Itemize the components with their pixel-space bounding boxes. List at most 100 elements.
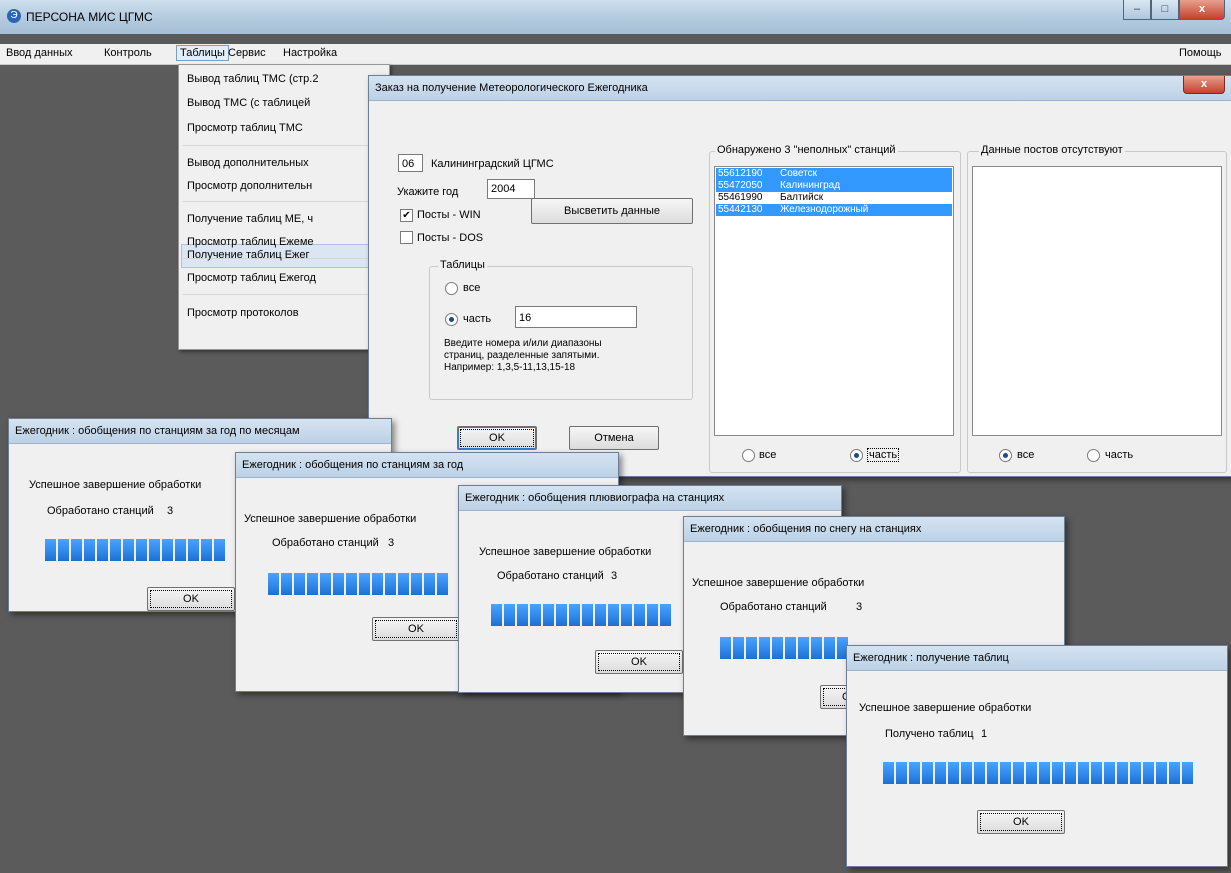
list-item[interactable]: 55461990 Балтийск bbox=[716, 192, 952, 204]
menu-item-me-tables[interactable]: Получение таблиц МЕ, ч bbox=[187, 213, 377, 225]
menu-bar: Ввод данных Контроль Таблицы Сервис Наст… bbox=[0, 44, 1231, 65]
progress-segment bbox=[909, 762, 920, 784]
order-ok-button[interactable]: OK bbox=[457, 426, 537, 450]
progress-ok-button[interactable]: OK bbox=[977, 810, 1065, 834]
menu-item-tms-output-table[interactable]: Вывод ТМС (с таблицей bbox=[187, 97, 377, 109]
progress-segment bbox=[896, 762, 907, 784]
posts-missing-label: Данные постов отсутствуют bbox=[979, 144, 1125, 156]
progress-segment bbox=[608, 604, 619, 626]
progress-segment bbox=[1104, 762, 1115, 784]
year-input[interactable]: 2004 bbox=[487, 179, 535, 199]
tables-part-input[interactable]: 16 bbox=[515, 306, 637, 328]
tables-radio-part[interactable] bbox=[445, 313, 458, 326]
progress-dialog-title-bar[interactable]: Ежегодник : обобщения по станциям за год… bbox=[9, 419, 391, 444]
menu-item-monthly-view[interactable]: Просмотр таблиц Ежеме bbox=[187, 236, 377, 248]
tables-radio-part-label: часть bbox=[463, 313, 492, 325]
menu-help[interactable]: Помощь bbox=[1179, 47, 1222, 59]
progress-bar bbox=[491, 604, 683, 626]
org-name-label: Калининградский ЦГМС bbox=[431, 158, 554, 170]
progress-dialog-title-bar[interactable]: Ежегодник : обобщения плювиографа на ста… bbox=[459, 486, 841, 511]
progress-dialog-title-bar[interactable]: Ежегодник : обобщения по снегу на станци… bbox=[684, 517, 1064, 542]
progress-segment bbox=[346, 573, 357, 595]
progress-segment bbox=[411, 573, 422, 595]
progress-ok-button[interactable]: OK bbox=[595, 650, 683, 674]
posts-radio-part[interactable] bbox=[1087, 449, 1100, 462]
posts-dos-checkbox[interactable] bbox=[400, 231, 413, 244]
progress-segment bbox=[1013, 762, 1024, 784]
menu-service[interactable]: Сервис bbox=[228, 47, 266, 59]
progress-segment bbox=[811, 637, 822, 659]
menu-data-entry[interactable]: Ввод данных bbox=[6, 47, 73, 59]
progress-status: Успешное завершение обработки bbox=[859, 702, 1032, 714]
progress-segment bbox=[1143, 762, 1154, 784]
hint-line-1: Введите номера и/или диапазоны bbox=[444, 338, 602, 349]
posts-win-checkbox[interactable]: ✔ bbox=[400, 209, 413, 222]
menu-item-yearbook-view[interactable]: Просмотр таблиц Ежегод bbox=[187, 272, 377, 284]
progress-bar bbox=[720, 637, 850, 659]
progress-segment bbox=[1156, 762, 1167, 784]
progress-segment bbox=[1117, 762, 1128, 784]
order-dialog-close-button[interactable]: x bbox=[1183, 76, 1225, 94]
stations-radio-part[interactable] bbox=[850, 449, 863, 462]
highlight-data-button[interactable]: Высветить данные bbox=[531, 198, 693, 224]
list-item[interactable]: 55442130 Железнодорожный bbox=[716, 204, 952, 216]
menu-item-tms-view[interactable]: Просмотр таблиц ТМС bbox=[187, 122, 377, 134]
close-button[interactable]: x bbox=[1179, 0, 1225, 20]
progress-segment bbox=[281, 573, 292, 595]
progress-segment bbox=[504, 604, 515, 626]
minimize-button[interactable]: – bbox=[1123, 0, 1151, 20]
progress-ok-button[interactable]: OK bbox=[372, 617, 460, 641]
progress-count: 3 bbox=[611, 570, 618, 582]
progress-count: 3 bbox=[856, 601, 863, 613]
progress-status: Успешное завершение обработки bbox=[29, 479, 202, 491]
progress-segment bbox=[110, 539, 121, 561]
progress-segment bbox=[785, 637, 796, 659]
window-title: ПЕРСОНА МИС ЦГМС bbox=[26, 10, 153, 24]
org-code-field[interactable]: 06 bbox=[398, 154, 423, 172]
progress-segment bbox=[1052, 762, 1063, 784]
progress-dialog-title-bar[interactable]: Ежегодник : обобщения по станциям за год bbox=[236, 453, 618, 478]
menu-item-yearbook-tables[interactable]: Получение таблиц Ежег bbox=[187, 249, 377, 261]
maximize-button[interactable]: □ bbox=[1151, 0, 1179, 20]
progress-segment bbox=[372, 573, 383, 595]
stations-radio-all[interactable] bbox=[742, 449, 755, 462]
posts-listbox[interactable] bbox=[972, 166, 1222, 436]
progress-status: Успешное завершение обработки bbox=[479, 546, 652, 558]
progress-count-label: Обработано станций bbox=[497, 570, 604, 582]
progress-dialog-title: Ежегодник : получение таблиц bbox=[853, 652, 1009, 664]
progress-segment bbox=[824, 637, 835, 659]
stations-listbox[interactable]: 55612190 Советск 55472050 Калининград 5546… bbox=[714, 166, 954, 436]
progress-segment bbox=[530, 604, 541, 626]
tables-radio-all[interactable] bbox=[445, 282, 458, 295]
menu-item-additional-output[interactable]: Вывод дополнительных bbox=[187, 157, 377, 169]
progress-segment bbox=[1169, 762, 1180, 784]
progress-segment bbox=[97, 539, 108, 561]
progress-dialog-title: Ежегодник : обобщения по станциям за год bbox=[242, 459, 464, 471]
menu-item-protocols-view[interactable]: Просмотр протоколов bbox=[187, 307, 377, 319]
progress-segment bbox=[922, 762, 933, 784]
progress-segment bbox=[385, 573, 396, 595]
menu-tables[interactable]: Таблицы bbox=[176, 45, 229, 61]
order-cancel-button[interactable]: Отмена bbox=[569, 426, 659, 450]
order-dialog-title-bar[interactable]: Заказ на получение Метеорологического Еж… bbox=[369, 76, 1231, 101]
progress-segment bbox=[647, 604, 658, 626]
progress-segment bbox=[595, 604, 606, 626]
posts-radio-all[interactable] bbox=[999, 449, 1012, 462]
progress-dialog-title-bar[interactable]: Ежегодник : получение таблиц bbox=[847, 646, 1227, 671]
progress-segment bbox=[746, 637, 757, 659]
progress-segment bbox=[883, 762, 894, 784]
progress-dialog-title: Ежегодник : обобщения по снегу на станци… bbox=[690, 523, 922, 535]
progress-segment bbox=[948, 762, 959, 784]
list-item[interactable]: 55612190 Советск bbox=[716, 168, 952, 180]
progress-count: 1 bbox=[981, 728, 988, 740]
menu-control[interactable]: Контроль bbox=[104, 47, 152, 59]
tables-group-label: Таблицы bbox=[438, 259, 487, 271]
menu-item-additional-view[interactable]: Просмотр дополнительн bbox=[187, 180, 377, 192]
title-bar[interactable]: Э ПЕРСОНА МИС ЦГМС – □ x bbox=[0, 0, 1231, 34]
progress-ok-button[interactable]: OK bbox=[147, 587, 235, 611]
list-item[interactable]: 55472050 Калининград bbox=[716, 180, 952, 192]
progress-dialog-tables: Ежегодник : получение таблиц Успешное за… bbox=[846, 645, 1228, 867]
menu-settings[interactable]: Настройка bbox=[283, 47, 337, 59]
progress-count-label: Обработано станций bbox=[720, 601, 827, 613]
menu-item-tms-output[interactable]: Вывод таблиц ТМС (стр.2 bbox=[187, 73, 377, 85]
